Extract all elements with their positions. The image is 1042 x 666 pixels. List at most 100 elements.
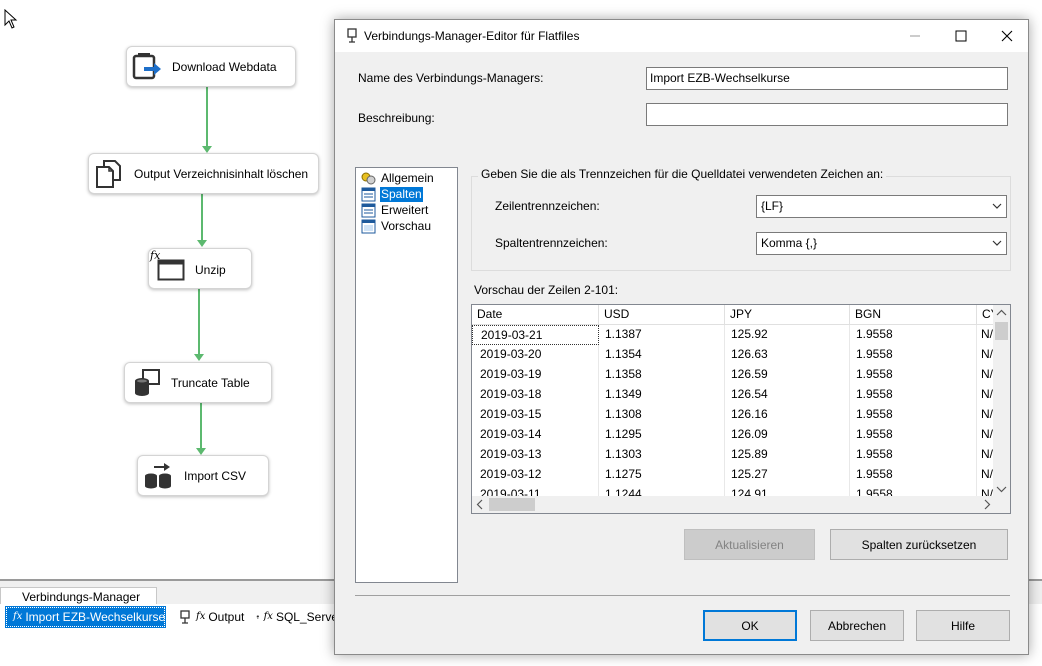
table-cell[interactable]: 126.63 bbox=[725, 345, 850, 365]
column-header-bgn[interactable]: BGN bbox=[850, 305, 977, 325]
table-cell[interactable]: 1.9558 bbox=[850, 365, 977, 385]
expression-fx-icon: fx bbox=[13, 611, 23, 622]
table-cell[interactable]: 126.59 bbox=[725, 365, 850, 385]
task-import-csv[interactable]: Import CSV bbox=[137, 455, 269, 496]
data-flow-task-icon bbox=[145, 463, 171, 489]
nav-item-vorschau[interactable]: Vorschau bbox=[361, 218, 432, 234]
description-input[interactable] bbox=[646, 103, 1008, 126]
chevron-down-icon bbox=[992, 240, 1002, 246]
table-cell[interactable]: 1.1358 bbox=[599, 365, 725, 385]
table-cell[interactable]: 1.1387 bbox=[599, 325, 725, 345]
task-download-webdata[interactable]: Download Webdata bbox=[126, 46, 296, 87]
name-label: Name des Verbindungs-Managers: bbox=[358, 71, 544, 85]
table-cell[interactable]: 1.9558 bbox=[850, 425, 977, 445]
precedence-connector[interactable] bbox=[200, 403, 202, 449]
task-unzip[interactable]: fx Unzip bbox=[148, 248, 252, 289]
table-row[interactable]: 2019-03-18 1.1349 126.54 1.9558 N/ bbox=[472, 385, 995, 405]
table-cell[interactable]: 1.9558 bbox=[850, 325, 977, 345]
precedence-connector[interactable] bbox=[201, 194, 203, 241]
table-cell[interactable]: 1.9558 bbox=[850, 385, 977, 405]
horizontal-scrollbar[interactable] bbox=[472, 496, 1010, 513]
table-row[interactable]: 2019-03-19 1.1358 126.59 1.9558 N/ bbox=[472, 365, 995, 385]
table-row[interactable]: 2019-03-20 1.1354 126.63 1.9558 N/ bbox=[472, 345, 995, 365]
table-cell[interactable]: 1.9558 bbox=[850, 405, 977, 425]
table-row[interactable]: 2019-03-14 1.1295 126.09 1.9558 N/ bbox=[472, 425, 995, 445]
dialog-titlebar[interactable]: Verbindungs-Manager-Editor für Flatfiles bbox=[335, 20, 1028, 52]
table-cell[interactable]: 2019-03-12 bbox=[472, 465, 599, 485]
nav-item-allgemein[interactable]: Allgemein bbox=[361, 170, 435, 186]
precedence-connector[interactable] bbox=[206, 87, 208, 147]
table-row[interactable]: 2019-03-12 1.1275 125.27 1.9558 N/ bbox=[472, 465, 995, 485]
vertical-scroll-thumb[interactable] bbox=[995, 322, 1008, 340]
task-label: Truncate Table bbox=[171, 376, 250, 390]
table-cell[interactable]: 126.16 bbox=[725, 405, 850, 425]
column-header-date[interactable]: Date bbox=[472, 305, 599, 325]
flat-file-connection-manager-editor: Verbindungs-Manager-Editor für Flatfiles… bbox=[334, 19, 1029, 655]
table-cell[interactable]: 126.09 bbox=[725, 425, 850, 445]
preview-grid[interactable]: Date USD JPY BGN CY 2019-03-211.1387125.… bbox=[471, 304, 1011, 514]
scroll-down-icon bbox=[996, 486, 1007, 493]
table-row[interactable]: 2019-03-15 1.1308 126.16 1.9558 N/ bbox=[472, 405, 995, 425]
table-cell[interactable]: 2019-03-13 bbox=[472, 445, 599, 465]
cancel-button[interactable]: Abbrechen bbox=[810, 610, 904, 641]
expression-fx-icon: fx bbox=[196, 611, 206, 622]
table-cell[interactable]: 126.54 bbox=[725, 385, 850, 405]
help-button[interactable]: Hilfe bbox=[916, 610, 1010, 641]
scroll-up-icon bbox=[996, 309, 1007, 316]
connection-manager-label: SQL_Serve bbox=[275, 610, 338, 624]
ok-button[interactable]: OK bbox=[703, 610, 797, 641]
table-cell[interactable]: 1.1308 bbox=[599, 405, 725, 425]
mouse-cursor-icon bbox=[4, 9, 18, 29]
connection-manager-item-import-ezb[interactable]: fx Import EZB-Wechselkurse bbox=[5, 606, 166, 628]
connection-manager-item-sql-server[interactable]: fx SQL_Serve bbox=[254, 607, 338, 627]
nav-item-label: Allgemein bbox=[381, 170, 434, 185]
scroll-left-icon bbox=[476, 499, 483, 510]
table-cell[interactable]: 125.92 bbox=[725, 325, 850, 345]
connection-manager-item-output[interactable]: fx Output bbox=[176, 607, 248, 627]
connection-manager-label: Output bbox=[208, 610, 245, 624]
connector-arrow-icon bbox=[194, 354, 204, 361]
maximize-icon bbox=[955, 30, 967, 42]
table-cell[interactable]: 2019-03-20 bbox=[472, 345, 599, 365]
nav-item-label: Erweitert bbox=[381, 202, 429, 217]
refresh-button[interactable]: Aktualisieren bbox=[684, 529, 815, 560]
table-cell[interactable]: 1.1354 bbox=[599, 345, 725, 365]
column-header-usd[interactable]: USD bbox=[599, 305, 725, 325]
minimize-button[interactable] bbox=[892, 20, 938, 52]
maximize-button[interactable] bbox=[938, 20, 984, 52]
precedence-connector[interactable] bbox=[198, 289, 200, 355]
task-output-verzeichnisinhalt-loeschen[interactable]: Output Verzeichnisinhalt löschen bbox=[88, 153, 319, 194]
table-row[interactable]: 2019-03-13 1.1303 125.89 1.9558 N/ bbox=[472, 445, 995, 465]
expression-fx-icon: fx bbox=[263, 611, 273, 622]
table-cell[interactable]: 1.9558 bbox=[850, 445, 977, 465]
close-button[interactable] bbox=[984, 20, 1030, 52]
table-cell[interactable]: 1.1349 bbox=[599, 385, 725, 405]
table-cell[interactable]: 1.1295 bbox=[599, 425, 725, 445]
table-cell[interactable]: 125.27 bbox=[725, 465, 850, 485]
grid-header: Date USD JPY BGN CY bbox=[472, 305, 995, 325]
table-cell[interactable]: 2019-03-14 bbox=[472, 425, 599, 445]
table-cell[interactable]: 2019-03-18 bbox=[472, 385, 599, 405]
nav-item-spalten[interactable]: Spalten bbox=[361, 186, 423, 202]
vertical-scrollbar[interactable] bbox=[993, 305, 1010, 497]
table-cell[interactable]: 2019-03-21 bbox=[472, 325, 599, 345]
task-truncate-table[interactable]: Truncate Table bbox=[124, 362, 272, 403]
table-cell[interactable]: 1.1275 bbox=[599, 465, 725, 485]
connector-arrow-icon bbox=[196, 448, 206, 455]
table-cell[interactable]: 2019-03-15 bbox=[472, 405, 599, 425]
horizontal-scroll-thumb[interactable] bbox=[489, 498, 535, 511]
general-page-icon bbox=[361, 172, 376, 184]
row-delimiter-select[interactable]: {LF} bbox=[756, 195, 1007, 218]
table-cell[interactable]: 1.1303 bbox=[599, 445, 725, 465]
table-cell[interactable]: 125.89 bbox=[725, 445, 850, 465]
table-cell[interactable]: 1.9558 bbox=[850, 345, 977, 365]
connection-manager-tab-label: Verbindungs-Manager bbox=[22, 590, 141, 604]
nav-item-erweitert[interactable]: Erweitert bbox=[361, 202, 429, 218]
table-cell[interactable]: 1.9558 bbox=[850, 465, 977, 485]
column-delimiter-select[interactable]: Komma {,} bbox=[756, 232, 1007, 255]
table-row[interactable]: 2019-03-21 1.1387 125.92 1.9558 N/ bbox=[472, 325, 995, 345]
reset-columns-button[interactable]: Spalten zurücksetzen bbox=[830, 529, 1008, 560]
column-header-jpy[interactable]: JPY bbox=[725, 305, 850, 325]
table-cell[interactable]: 2019-03-19 bbox=[472, 365, 599, 385]
name-input[interactable]: Import EZB-Wechselkurse bbox=[646, 67, 1008, 90]
